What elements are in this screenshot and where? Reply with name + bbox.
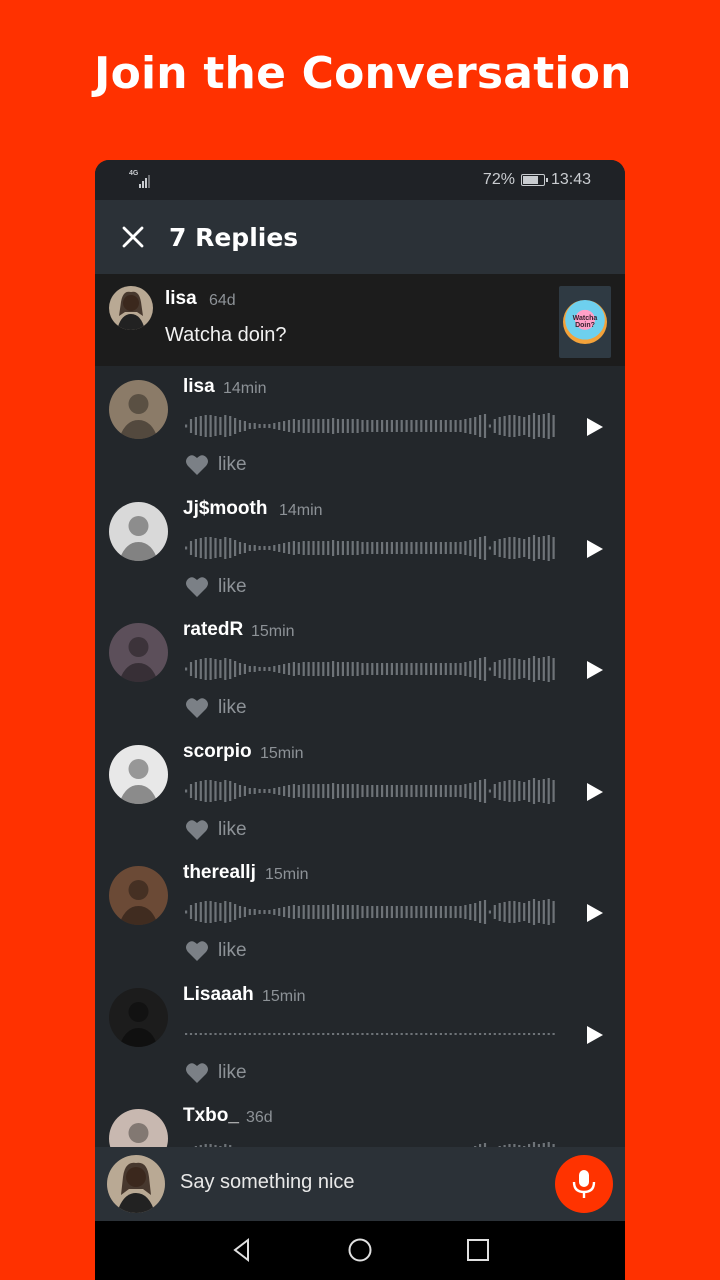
like-label: like — [218, 454, 247, 475]
close-icon — [122, 226, 144, 248]
replies-header: 7 Replies — [95, 200, 625, 274]
reply-item[interactable]: lisa 14min like — [95, 366, 625, 487]
audio-waveform[interactable] — [185, 777, 560, 805]
avatar[interactable] — [109, 502, 168, 561]
like-button[interactable]: like — [185, 1062, 247, 1084]
system-nav-bar — [95, 1221, 625, 1280]
original-post-text: Watcha doin? — [165, 324, 287, 346]
original-post[interactable]: lisa 64d Watcha doin? Watcha Doin? — [95, 274, 625, 366]
heart-icon — [186, 455, 208, 475]
heart-icon — [186, 577, 208, 597]
reply-time: 15min — [260, 745, 304, 762]
avatar[interactable] — [109, 745, 168, 804]
play-icon[interactable] — [583, 902, 605, 924]
reply-time: 15min — [265, 866, 309, 883]
audio-waveform[interactable] — [185, 898, 560, 926]
audio-waveform[interactable] — [185, 1020, 560, 1048]
reply-item[interactable]: ratedR 15min like — [95, 609, 625, 730]
audio-waveform[interactable] — [185, 655, 560, 683]
original-post-time: 64d — [209, 292, 236, 309]
like-label: like — [218, 1062, 247, 1083]
heart-icon — [186, 941, 208, 961]
reply-item[interactable]: Lisaaah 15min like — [95, 974, 625, 1095]
audio-waveform[interactable] — [185, 412, 560, 440]
avatar[interactable] — [109, 623, 168, 682]
composer-bar: Say something nice — [95, 1147, 625, 1221]
reply-username[interactable]: thereallj — [183, 862, 256, 884]
like-label: like — [218, 697, 247, 718]
reply-username[interactable]: lisa — [183, 376, 215, 398]
original-post-thumbnail[interactable]: Watcha Doin? — [559, 286, 611, 358]
like-button[interactable]: like — [185, 940, 247, 962]
like-button[interactable]: like — [185, 454, 247, 476]
status-bar: 4G 72% 13:43 — [95, 160, 625, 200]
reply-item[interactable]: Jj$mooth 14min like — [95, 488, 625, 609]
reply-time: 15min — [251, 623, 295, 640]
like-label: like — [218, 576, 247, 597]
play-icon[interactable] — [583, 1024, 605, 1046]
play-icon[interactable] — [583, 538, 605, 560]
heart-icon — [186, 698, 208, 718]
reply-username[interactable]: Txbo_ — [183, 1105, 239, 1127]
avatar[interactable] — [109, 866, 168, 925]
reply-username[interactable]: Jj$mooth — [183, 498, 267, 520]
microphone-icon — [572, 1170, 596, 1198]
reply-time: 15min — [262, 988, 306, 1005]
replies-title: 7 Replies — [169, 222, 299, 252]
promo-title: Join the Conversation — [94, 48, 632, 99]
heart-icon — [186, 1063, 208, 1083]
battery-percent: 72% — [482, 171, 515, 188]
recents-icon[interactable] — [465, 1237, 491, 1263]
avatar[interactable] — [109, 286, 153, 330]
record-button[interactable] — [555, 1155, 613, 1213]
like-label: like — [218, 819, 247, 840]
close-button[interactable] — [113, 217, 153, 257]
reply-username[interactable]: Lisaaah — [183, 984, 254, 1006]
home-icon[interactable] — [347, 1237, 373, 1263]
play-icon[interactable] — [583, 659, 605, 681]
reply-username[interactable]: ratedR — [183, 619, 243, 641]
original-post-username[interactable]: lisa — [165, 288, 197, 310]
avatar[interactable] — [109, 988, 168, 1047]
reply-item[interactable]: scorpio 15min like — [95, 731, 625, 852]
signal-icon: 4G — [129, 170, 155, 188]
play-icon[interactable] — [583, 781, 605, 803]
clock: 13:43 — [550, 171, 591, 188]
like-button[interactable]: like — [185, 697, 247, 719]
like-button[interactable]: like — [185, 819, 247, 841]
reply-time: 36d — [246, 1109, 273, 1126]
network-type: 4G — [129, 170, 139, 177]
play-icon[interactable] — [583, 416, 605, 438]
current-user-avatar[interactable] — [107, 1155, 165, 1213]
reply-time: 14min — [223, 380, 267, 397]
battery-icon — [520, 174, 548, 186]
reply-item[interactable]: thereallj 15min like — [95, 852, 625, 973]
heart-icon — [186, 820, 208, 840]
like-label: like — [218, 940, 247, 961]
avatar[interactable] — [109, 380, 168, 439]
like-button[interactable]: like — [185, 576, 247, 598]
reply-username[interactable]: scorpio — [183, 741, 252, 763]
thumbnail-art: Watcha Doin? — [563, 300, 607, 344]
back-icon[interactable] — [229, 1237, 255, 1263]
comment-input[interactable]: Say something nice — [180, 1171, 355, 1194]
phone-screen: 4G 72% 13:43 7 Replies lisa 64d Watcha d… — [95, 160, 625, 1280]
reply-time: 14min — [279, 502, 323, 519]
audio-waveform[interactable] — [185, 534, 560, 562]
